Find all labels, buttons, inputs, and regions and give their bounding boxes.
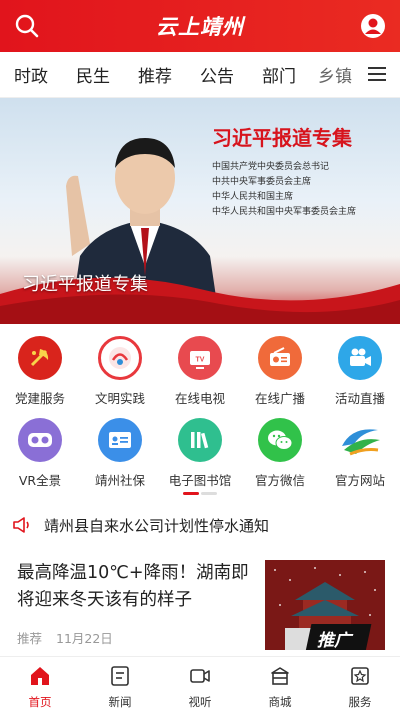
grid-item-library[interactable]: 电子图书馆 xyxy=(160,418,240,489)
party-emblem-icon xyxy=(18,336,62,380)
search-icon[interactable] xyxy=(14,13,40,39)
video-icon xyxy=(190,669,210,683)
nav-label: 新闻 xyxy=(108,695,132,709)
news-tag: 推荐 xyxy=(17,631,43,646)
banner-title: 习近平报道专集 xyxy=(212,128,352,150)
grid-label: 官方微信 xyxy=(254,473,305,488)
tab-tuijian[interactable]: 推荐 xyxy=(124,62,186,87)
banner-subtitle-lines: 中国共产党中央委员会总书记 中共中央军事委员会主席 中华人民共和国主席 中华人民… xyxy=(212,160,356,220)
radio-icon xyxy=(258,336,302,380)
tab-minsheng[interactable]: 民生 xyxy=(62,62,124,87)
grid-label: 在线电视 xyxy=(174,391,225,406)
tab-xiangzhen[interactable]: 乡镇 xyxy=(310,62,360,87)
menu-icon[interactable] xyxy=(368,66,386,82)
grid-label: VR全景 xyxy=(18,473,62,488)
banner-line: 中国共产党中央委员会总书记 xyxy=(212,162,330,172)
tab-gonggao[interactable]: 公告 xyxy=(186,62,248,87)
nav-video[interactable]: 视听 xyxy=(160,657,240,711)
books-icon xyxy=(178,418,222,462)
grid-label: 电子图书馆 xyxy=(168,473,232,488)
tv-icon: TV xyxy=(178,336,222,380)
news-icon xyxy=(111,666,129,686)
page-dot xyxy=(201,492,217,495)
banner-caption: 习近平报道专集 xyxy=(22,274,148,295)
grid-item-shebao[interactable]: 靖州社保 xyxy=(80,418,160,489)
grid-label: 活动直播 xyxy=(334,391,385,406)
grid-item-wechat[interactable]: 官方微信 xyxy=(240,418,320,489)
banner-line: 中华人民共和国主席 xyxy=(212,192,294,202)
tab-bumen[interactable]: 部门 xyxy=(248,62,310,87)
nav-shop[interactable]: 商城 xyxy=(240,657,320,711)
bottom-navigation: 首页 新闻 视听 商城 服务 xyxy=(0,656,400,711)
grid-item-dangjian[interactable]: 党建服务 xyxy=(0,336,80,407)
grid-item-tv[interactable]: TV 在线电视 xyxy=(160,336,240,407)
banner-line: 中华人民共和国中央军事委员会主席 xyxy=(212,207,357,217)
vr-glasses-icon xyxy=(18,418,62,462)
wechat-icon xyxy=(258,418,302,462)
grid-label: 党建服务 xyxy=(14,391,65,406)
nav-news[interactable]: 新闻 xyxy=(80,657,160,711)
top-header: 云上靖州 xyxy=(0,0,400,52)
page-dot-active xyxy=(183,492,199,495)
nav-service[interactable]: 服务 xyxy=(320,657,400,711)
grid-label: 文明实践 xyxy=(94,391,145,406)
news-title: 最高降温10℃+降雨！湖南即将迎来冬天该有的样子 xyxy=(17,563,249,610)
nav-home[interactable]: 首页 xyxy=(0,657,80,711)
nav-label: 首页 xyxy=(28,695,52,709)
news-date: 11月22日 xyxy=(56,631,113,646)
app-title: 云上靖州 xyxy=(156,15,244,39)
grid-item-wenming[interactable]: 文明实践 xyxy=(80,336,160,407)
website-logo-icon xyxy=(338,418,382,462)
banner-line: 中共中央军事委员会主席 xyxy=(212,177,312,187)
grid-item-radio[interactable]: 在线广播 xyxy=(240,336,320,407)
hero-banner[interactable]: 习近平报道专集 中国共产党中央委员会总书记 中共中央军事委员会主席 中华人民共和… xyxy=(0,98,400,324)
grid-item-website[interactable]: 官方网站 xyxy=(320,418,400,489)
news-thumbnail: 推广 xyxy=(265,560,385,650)
speaker-icon xyxy=(13,517,29,533)
shop-icon xyxy=(271,667,289,685)
grid-label: 在线广播 xyxy=(254,391,305,406)
id-card-icon xyxy=(98,418,142,462)
grid-item-vr[interactable]: VR全景 xyxy=(0,418,80,489)
notice-bar[interactable]: 靖州县自来水公司计划性停水通知 xyxy=(0,506,400,544)
category-tabs: 时政 民生 推荐 公告 部门 乡镇 xyxy=(0,52,400,98)
news-item[interactable]: 最高降温10℃+降雨！湖南即将迎来冬天该有的样子 推荐 11月22日 推广 xyxy=(0,552,400,656)
svg-text:TV: TV xyxy=(196,357,205,364)
nav-label: 视听 xyxy=(188,695,212,709)
nav-label: 商城 xyxy=(268,695,292,709)
news-meta: 推荐 11月22日 xyxy=(17,628,123,647)
service-grid: 党建服务 文明实践 TV 在线电视 在线广播 活动直播 VR全景 靖州社保 电子… xyxy=(0,324,400,496)
nav-label: 服务 xyxy=(348,695,372,709)
civilization-logo-icon xyxy=(98,336,142,380)
user-avatar-icon[interactable] xyxy=(360,13,386,39)
home-icon xyxy=(31,667,49,685)
grid-label: 官方网站 xyxy=(334,473,385,488)
grid-label: 靖州社保 xyxy=(94,473,145,488)
notice-text: 靖州县自来水公司计划性停水通知 xyxy=(44,516,270,535)
promo-badge: 推广 xyxy=(317,631,351,650)
service-icon xyxy=(351,667,369,685)
tab-shizheng[interactable]: 时政 xyxy=(0,62,62,87)
grid-item-live[interactable]: 活动直播 xyxy=(320,336,400,407)
live-camera-icon xyxy=(338,336,382,380)
grid-page-indicator xyxy=(183,492,223,496)
